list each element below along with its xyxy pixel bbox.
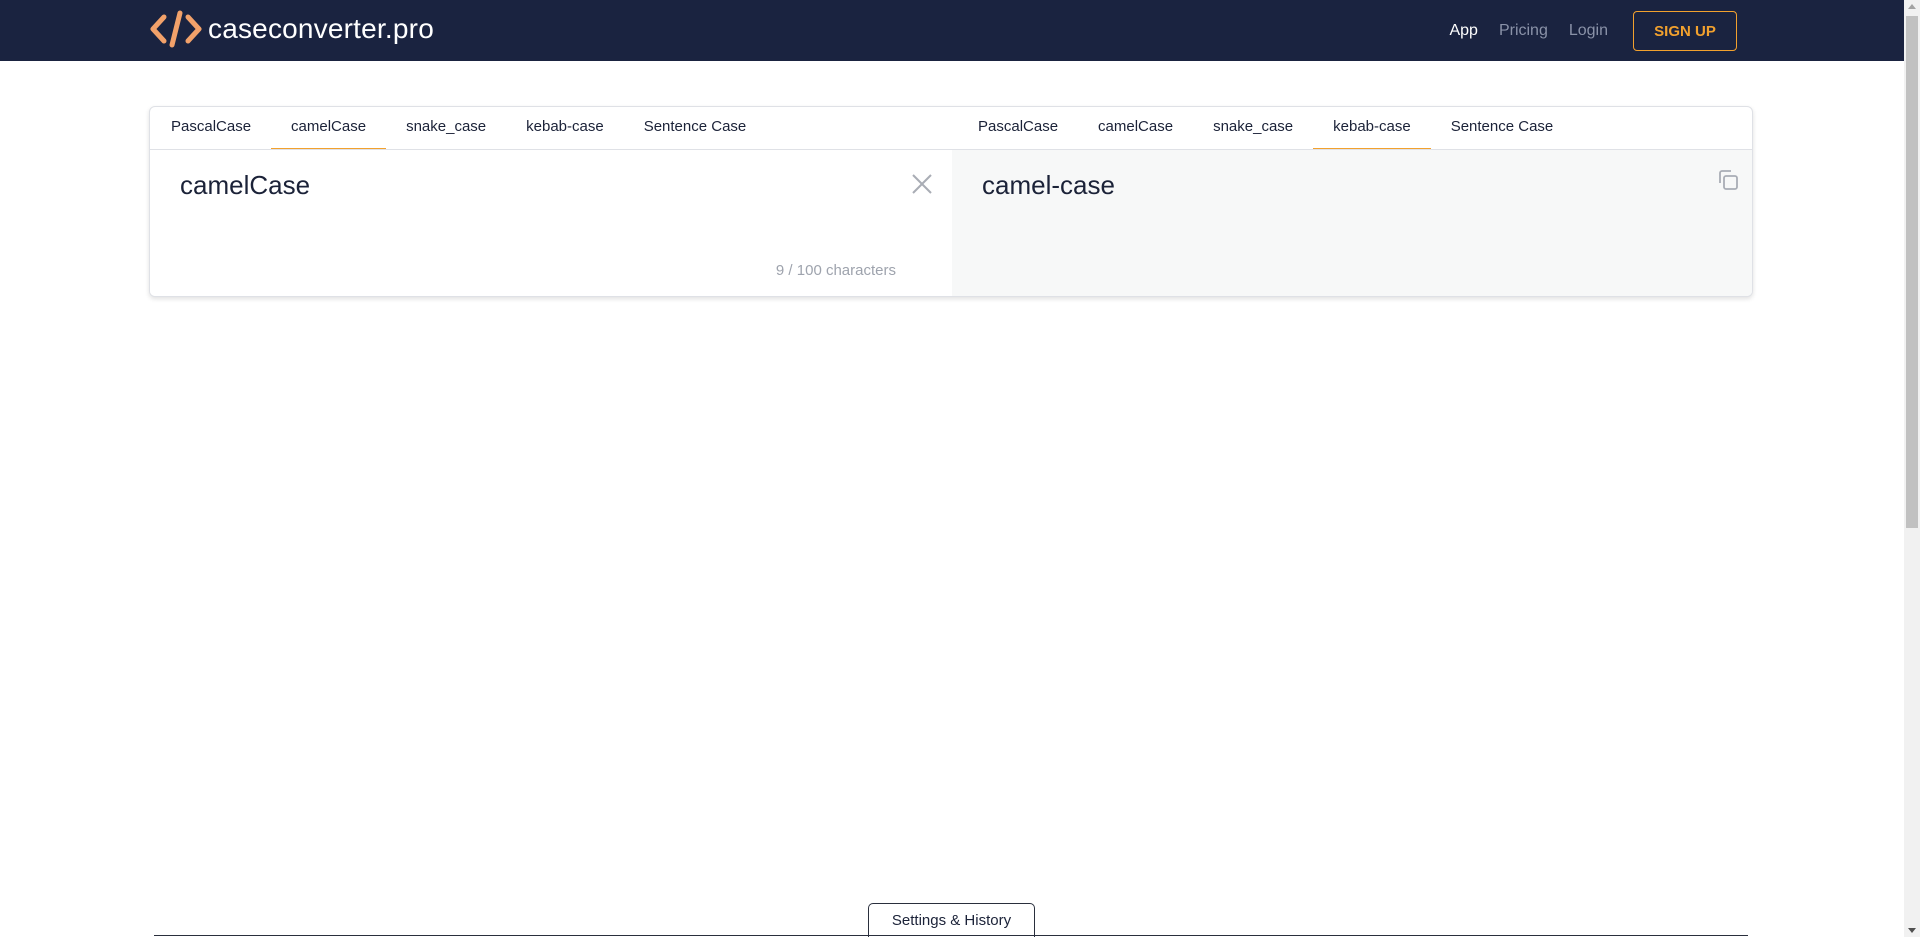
input-tab-pascalcase[interactable]: PascalCase xyxy=(151,107,271,150)
signup-button[interactable]: SIGN UP xyxy=(1633,11,1737,51)
output-tab-snake-case[interactable]: snake_case xyxy=(1193,107,1313,150)
copy-icon[interactable] xyxy=(1715,167,1741,193)
converter-card: PascalCase camelCase snake_case kebab-ca… xyxy=(149,106,1753,297)
nav-app[interactable]: App xyxy=(1449,22,1477,40)
close-icon[interactable] xyxy=(910,172,934,196)
scrollbar-thumb[interactable] xyxy=(1906,16,1918,528)
main-nav: App Pricing Login SIGN UP xyxy=(1449,11,1737,51)
output-text: camel-case xyxy=(982,170,1115,200)
input-pane[interactable]: camelCase 9 / 100 characters xyxy=(150,150,952,296)
nav-login[interactable]: Login xyxy=(1569,22,1608,40)
character-count: 9 / 100 characters xyxy=(775,262,896,279)
input-tab-camelcase[interactable]: camelCase xyxy=(271,107,387,150)
output-pane: camel-case xyxy=(952,150,1752,296)
output-tab-sentence-case[interactable]: Sentence Case xyxy=(1431,107,1574,150)
output-tab-pascalcase[interactable]: PascalCase xyxy=(958,107,1078,150)
input-tab-sentence-case[interactable]: Sentence Case xyxy=(624,107,767,150)
settings-history-tab[interactable]: Settings & History xyxy=(868,903,1035,937)
brand-logo[interactable]: caseconverter.pro xyxy=(150,9,434,49)
input-tab-snake-case[interactable]: snake_case xyxy=(386,107,506,150)
output-tab-kebab-case[interactable]: kebab-case xyxy=(1313,107,1431,150)
scroll-down-arrow-icon[interactable] xyxy=(1908,928,1916,933)
input-textarea[interactable]: camelCase xyxy=(180,170,310,201)
output-case-tabs: PascalCase camelCase snake_case kebab-ca… xyxy=(952,107,1573,150)
page-scrollbar[interactable] xyxy=(1904,0,1920,937)
input-case-tabs: PascalCase camelCase snake_case kebab-ca… xyxy=(150,107,766,150)
top-navbar: caseconverter.pro App Pricing Login SIGN… xyxy=(0,0,1904,61)
bottom-divider xyxy=(154,935,1748,936)
output-tab-camelcase[interactable]: camelCase xyxy=(1078,107,1193,150)
code-brackets-icon xyxy=(150,10,202,48)
nav-pricing[interactable]: Pricing xyxy=(1499,22,1548,40)
scroll-up-arrow-icon[interactable] xyxy=(1908,4,1916,9)
input-tab-kebab-case[interactable]: kebab-case xyxy=(506,107,624,150)
brand-name: caseconverter.pro xyxy=(208,13,434,44)
